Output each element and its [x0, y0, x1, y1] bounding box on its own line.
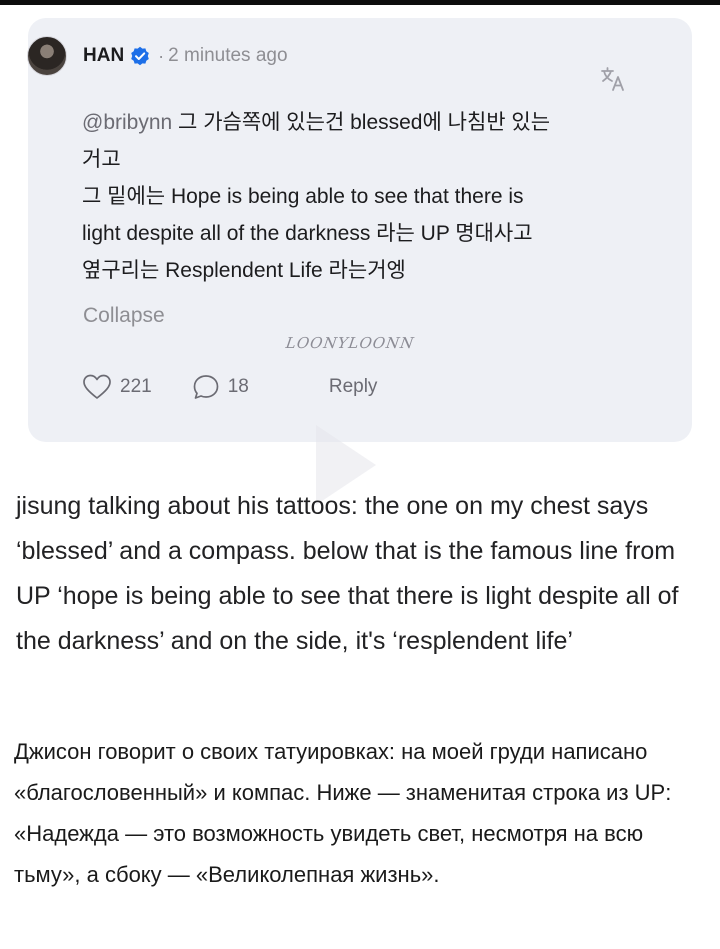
caption-russian: Джисон говорит о своих татуировках: на м…	[14, 739, 672, 887]
like-button[interactable]: 221	[82, 373, 152, 401]
comment-line: light despite all of the darkness 라는 UP …	[82, 222, 533, 245]
comment-count-button[interactable]: 18	[192, 373, 249, 401]
comment-line: 거고	[82, 148, 121, 171]
reply-button[interactable]: Reply	[329, 376, 378, 398]
comment-text: 그 가슴쪽에 있는건 blessed에 나침반 있는	[172, 111, 551, 134]
heart-icon	[83, 374, 111, 399]
comment-line: @bribynn 그 가슴쪽에 있는건 blessed에 나침반 있는	[82, 104, 662, 141]
verified-badge-icon	[130, 46, 150, 66]
username[interactable]: HAN	[83, 45, 124, 67]
caption-english: jisung talking about his tattoos: the on…	[16, 492, 679, 655]
comment-bubble-icon	[193, 375, 219, 399]
like-count: 221	[120, 376, 152, 397]
comment-line: 옆구리는 Resplendent Life 라는거엥	[82, 259, 406, 282]
avatar[interactable]	[27, 36, 67, 76]
mention-link[interactable]: @bribynn	[82, 111, 172, 134]
comment-header: HAN · 2 minutes ago	[27, 36, 288, 76]
timestamp: 2 minutes ago	[168, 45, 288, 66]
collapse-button[interactable]: Collapse	[83, 304, 165, 328]
top-edge-bar	[0, 0, 720, 5]
separator-dot: ·	[158, 45, 165, 66]
watermark: LOONYLOONN	[284, 334, 416, 352]
translate-icon[interactable]	[600, 66, 626, 92]
reply-count: 18	[227, 376, 249, 397]
action-bar: 221 18 Reply	[82, 370, 377, 404]
comment-line: 그 밑에는 Hope is being able to see that the…	[82, 185, 524, 208]
comment-body: @bribynn 그 가슴쪽에 있는건 blessed에 나침반 있는 거고 그…	[82, 104, 662, 289]
